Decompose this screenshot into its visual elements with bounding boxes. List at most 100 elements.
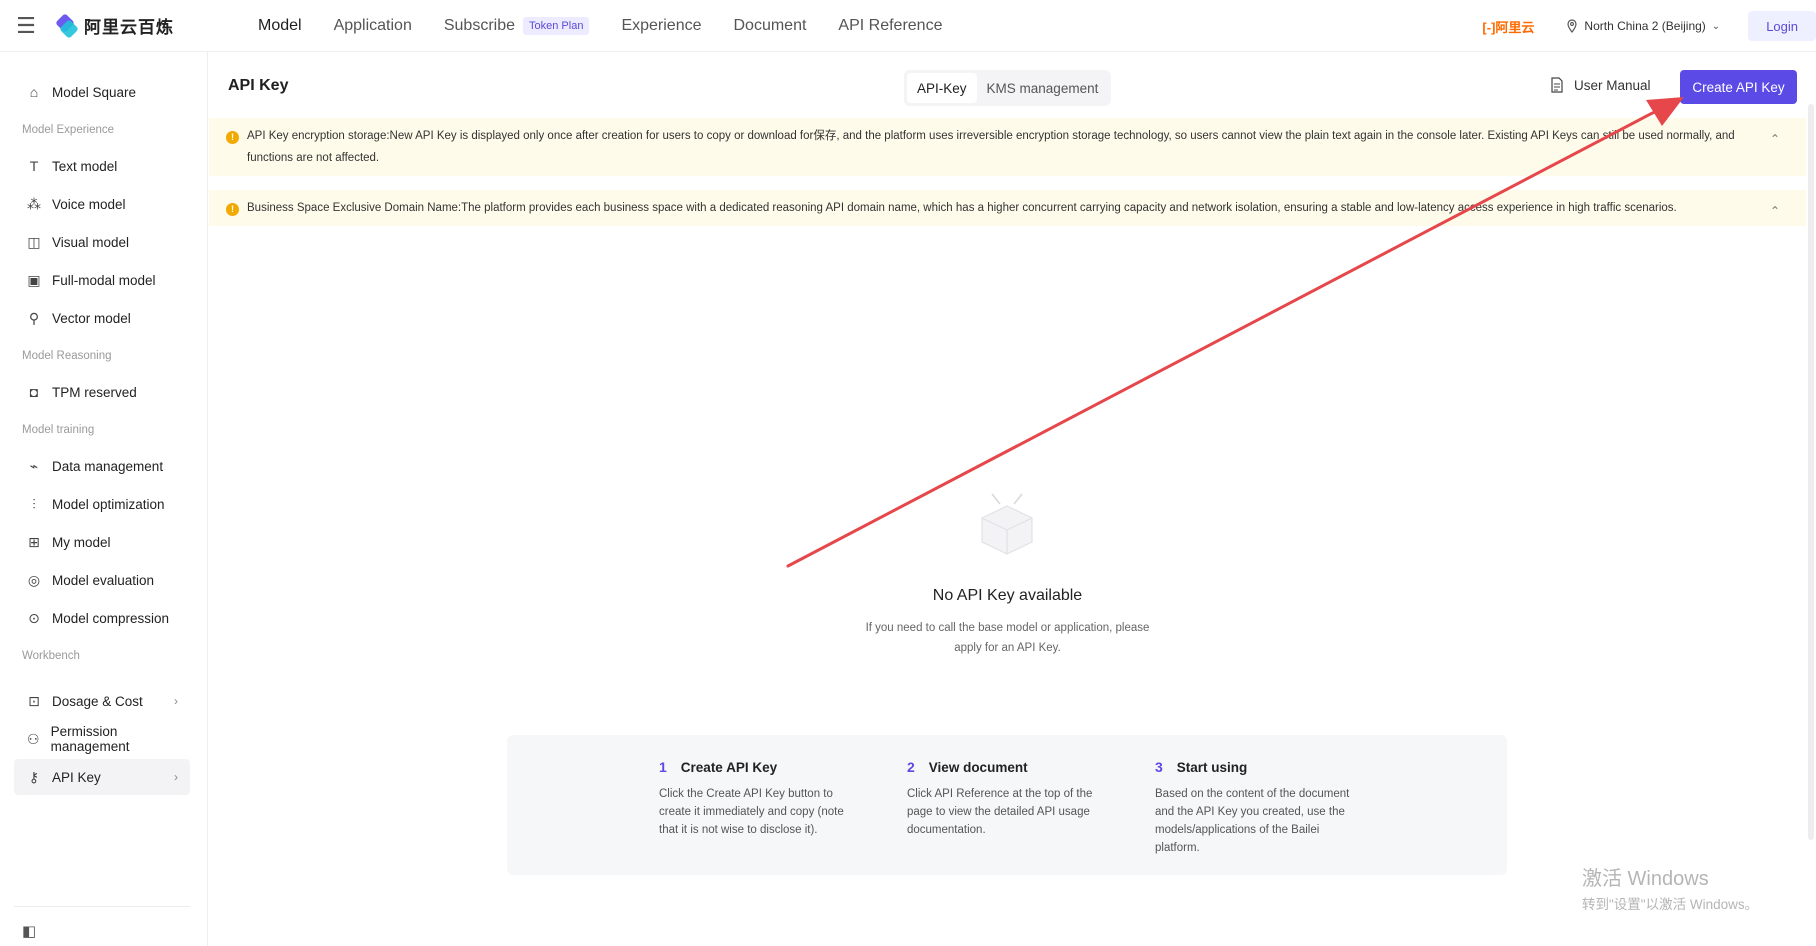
compass-icon: ◎ (27, 571, 41, 588)
windows-activation-watermark: 激活 Windows 转到"设置"以激活 Windows。 (1582, 862, 1758, 913)
login-button[interactable]: Login (1748, 11, 1816, 41)
sidebar-item-label: Model Square (52, 84, 137, 100)
notice-text: Business Space Exclusive Domain Name:The… (247, 202, 1677, 214)
watermark-line-1: 激活 Windows (1582, 868, 1709, 890)
create-api-key-button[interactable]: Create API Key (1680, 70, 1797, 104)
chevron-down-icon: ⌄ (1711, 20, 1721, 32)
menu-icon[interactable]: ☰ (0, 0, 52, 52)
notice-exclusive-domain: ! Business Space Exclusive Domain Name:T… (209, 190, 1806, 226)
voice-wave-icon: ⁂ (27, 195, 41, 212)
scrollbar[interactable] (1808, 104, 1814, 840)
sidebar-item-label: API Key (52, 769, 101, 785)
tab-kms-management[interactable]: KMS management (977, 73, 1109, 103)
user-manual-label: User Manual (1574, 77, 1651, 93)
sidebar-group-reasoning: Model Reasoning (22, 350, 112, 362)
bag-icon: ⊡ (28, 692, 40, 709)
step-text: Based on the content of the document and… (1155, 788, 1350, 854)
sidebar: ⌂ Model Square Model Experience T Text m… (0, 52, 208, 946)
sidebar-item-label: Vector model (52, 310, 131, 326)
nav-application[interactable]: Application (334, 17, 412, 35)
camera-icon: ◫ (27, 233, 41, 250)
warning-icon: ! (226, 203, 239, 216)
main-nav: Model Application Subscribe Token Plan E… (258, 0, 974, 52)
notice-encryption-storage: ! API Key encryption storage:New API Key… (209, 118, 1806, 176)
sidebar-item-label: Data management (52, 458, 164, 474)
chevron-up-icon[interactable]: ⌃ (1770, 200, 1780, 222)
chevron-right-icon: › (174, 770, 178, 784)
step-head: 1 Create API Key (659, 759, 859, 775)
sidebar-item-label: Model optimization (52, 496, 165, 512)
top-right-actions: [-]阿里云 North China 2 (Beijing) ⌄ Login (1482, 0, 1816, 52)
step-create-api-key: 1 Create API Key Click the Create API Ke… (659, 759, 859, 839)
page-title: API Key (228, 77, 289, 94)
sidebar-item-label: TPM reserved (52, 384, 137, 400)
region-selector[interactable]: North China 2 (Beijing) ⌄ (1566, 19, 1720, 33)
nav-api-reference[interactable]: API Reference (838, 17, 942, 35)
aliyun-link[interactable]: [-]阿里云 (1482, 17, 1534, 36)
sidebar-item-full-modal-model[interactable]: ▣ Full-modal model (14, 262, 190, 298)
sidebar-group-training: Model training (22, 424, 95, 436)
notice-text: API Key encryption storage:New API Key i… (247, 130, 1735, 164)
sidebar-divider (14, 906, 190, 907)
sidebar-item-label: Model compression (52, 610, 170, 626)
step-head: 2 View document (907, 759, 1107, 775)
step-start-using: 3 Start using Based on the content of th… (1155, 759, 1355, 857)
step-text: Click the Create API Key button to creat… (659, 788, 844, 836)
step-title: Start using (1176, 759, 1248, 775)
empty-state-title: No API Key available (932, 587, 1083, 604)
region-label: North China 2 (Beijing) (1584, 19, 1706, 33)
compression-icon: ⊙ (28, 609, 40, 626)
getting-started-steps: 1 Create API Key Click the Create API Ke… (507, 735, 1507, 875)
sidebar-item-label: Model evaluation (52, 572, 155, 588)
sidebar-item-my-model[interactable]: ⊞ My model (14, 524, 190, 560)
vector-icon: ⚲ (28, 309, 40, 326)
sidebar-item-label: Full-modal model (52, 272, 156, 288)
sidebar-item-text-model[interactable]: T Text model (14, 148, 190, 184)
sidebar-item-permission-management[interactable]: ⚇ Permission management (14, 721, 190, 757)
step-view-document: 2 View document Click API Reference at t… (907, 759, 1107, 839)
model-square-icon: ⌂ (29, 84, 39, 100)
nav-experience[interactable]: Experience (621, 17, 701, 35)
watermark-line-2: 转到"设置"以激活 Windows。 (1582, 897, 1759, 912)
step-number: 1 (659, 759, 667, 775)
sidebar-item-model-compression[interactable]: ⊙ Model compression (14, 600, 190, 636)
collapse-sidebar-icon[interactable]: ◧ (22, 922, 36, 940)
sidebar-item-tpm-reserved[interactable]: ◘ TPM reserved (14, 374, 190, 410)
sidebar-item-visual-model[interactable]: ◫ Visual model (14, 224, 190, 260)
nav-model[interactable]: Model (258, 17, 302, 35)
brand-logo[interactable]: 阿里云百炼 (55, 12, 212, 39)
step-number: 3 (1155, 759, 1163, 775)
brand-name: 阿里云百炼 (84, 18, 174, 37)
nav-document[interactable]: Document (734, 17, 807, 35)
logo-icon (55, 12, 79, 39)
chart-icon: ⌁ (29, 457, 39, 474)
sidebar-item-vector-model[interactable]: ⚲ Vector model (14, 300, 190, 336)
step-number: 2 (907, 759, 915, 775)
token-plan-badge: Token Plan (523, 16, 590, 35)
nav-subscribe[interactable]: Subscribe Token Plan (443, 16, 590, 35)
sidebar-item-dosage-cost[interactable]: ⊡ Dosage & Cost › (14, 683, 190, 719)
full-modal-icon: ▣ (27, 271, 41, 288)
empty-state-description: If you need to call the base model or ap… (865, 622, 1150, 654)
tpm-icon: ◘ (29, 384, 39, 400)
nav-subscribe-label: Subscribe (443, 16, 516, 34)
sidebar-group-experience: Model Experience (22, 124, 115, 136)
sidebar-item-model-evaluation[interactable]: ◎ Model evaluation (14, 562, 190, 598)
sidebar-item-label: Voice model (52, 196, 126, 212)
document-icon (1551, 77, 1563, 93)
chevron-up-icon[interactable]: ⌃ (1770, 128, 1780, 150)
sidebar-item-data-management[interactable]: ⌁ Data management (14, 448, 190, 484)
tab-api-key[interactable]: API-Key (907, 73, 977, 103)
sidebar-item-model-optimization[interactable]: ⫶ Model optimization (14, 486, 190, 522)
user-icon: ⚇ (27, 730, 40, 747)
grid-icon: ⊞ (28, 533, 40, 550)
user-manual-link[interactable]: User Manual (1550, 77, 1651, 93)
step-text: Click API Reference at the top of the pa… (907, 788, 1093, 836)
sidebar-item-voice-model[interactable]: ⁂ Voice model (14, 186, 190, 222)
sidebar-item-api-key[interactable]: ⚷ API Key › (14, 759, 190, 795)
sidebar-item-label: My model (52, 534, 111, 550)
sidebar-item-model-square[interactable]: ⌂ Model Square (14, 74, 190, 110)
step-head: 3 Start using (1155, 759, 1355, 775)
sidebar-item-label: Visual model (52, 234, 130, 250)
location-icon (1567, 19, 1578, 33)
